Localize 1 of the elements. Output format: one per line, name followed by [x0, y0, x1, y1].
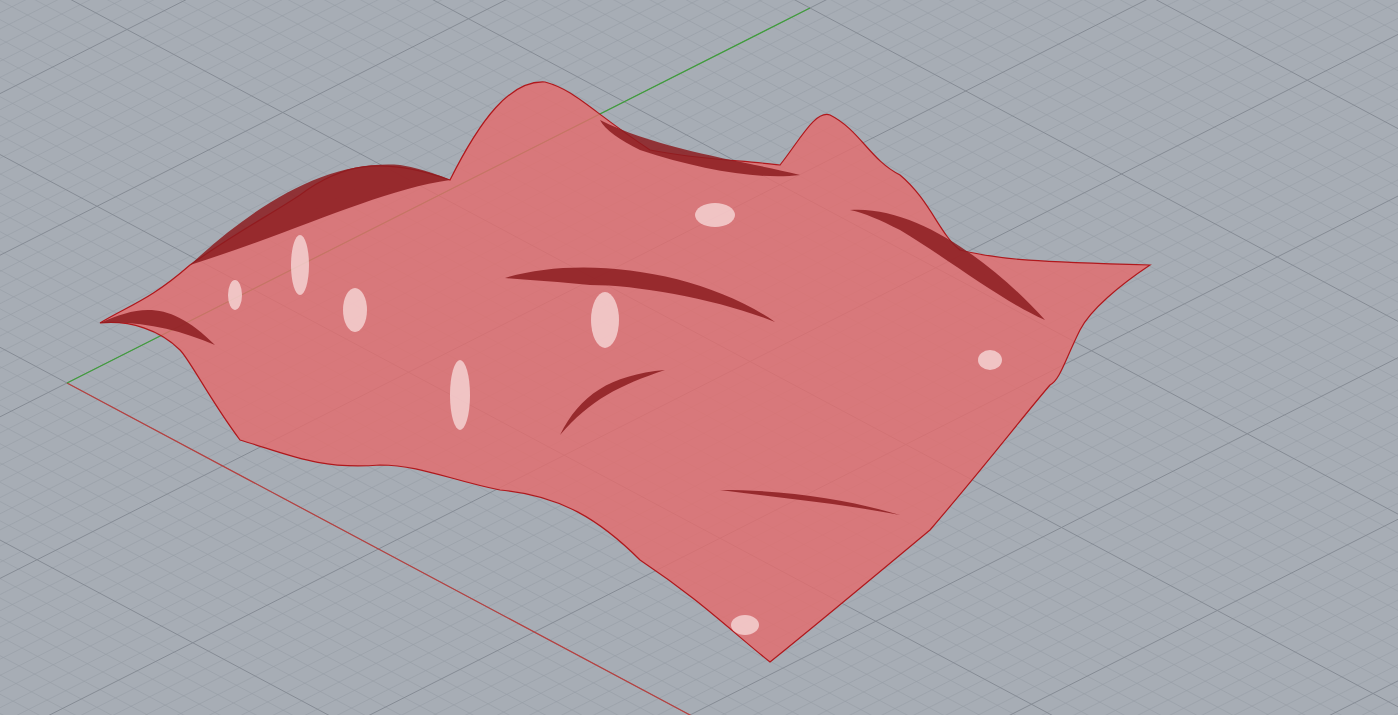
surface-drawing[interactable] — [99, 81, 1151, 663]
